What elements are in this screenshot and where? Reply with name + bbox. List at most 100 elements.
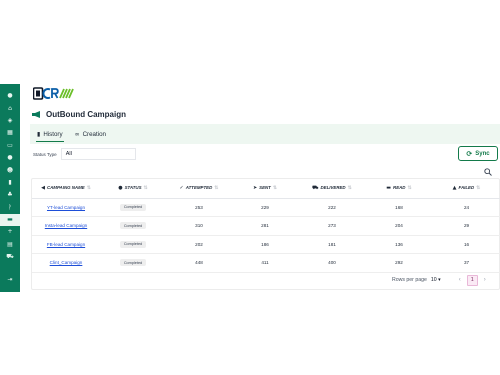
table-row: YT-lead Campaign Completed 253 229 222 1…	[32, 198, 500, 217]
logout-icon[interactable]: ⇥	[0, 273, 20, 285]
sync-icon: ⟳	[466, 149, 473, 158]
col-label: DELIVERED	[320, 184, 346, 190]
cell-delivered: 181	[298, 235, 366, 254]
document-icon[interactable]: ▮	[0, 177, 20, 189]
col-status[interactable]: ● STATUS ⇅	[100, 179, 166, 199]
cell-sent: 186	[232, 235, 298, 254]
people-icon[interactable]: ☻	[0, 164, 20, 176]
cell-status: Completed	[100, 198, 166, 217]
page-button-current[interactable]: 1	[466, 274, 478, 286]
status-type-select[interactable]: All	[60, 148, 136, 160]
cell-status: Completed	[100, 253, 166, 273]
page: ● ⌂ ◈ ▦ ▭ ● ☻ ▮ ♣ ᚹ ▬ + ▤ ⛟ ⇥ OutBound C…	[0, 0, 500, 375]
search-icon	[484, 168, 492, 176]
cell-read: 168	[366, 198, 432, 217]
rows-per-page-select[interactable]: 10 ▾	[431, 277, 441, 283]
tab-bar: ▮ History ∞ Creation	[30, 124, 500, 144]
chat-icon[interactable]: ▭	[0, 140, 20, 152]
status-badge: Completed	[119, 222, 147, 230]
sort-icon[interactable]: ⇅	[273, 185, 277, 191]
campaign-icon[interactable]: ▬	[0, 213, 20, 227]
col-label: ATTEMPTED	[185, 185, 213, 191]
cell-sent: 411	[232, 253, 298, 273]
cell-failed: 29	[432, 216, 500, 236]
sort-icon[interactable]: ⇅	[476, 185, 480, 191]
read-icon: ▬	[386, 185, 392, 192]
club-icon[interactable]: ♣	[0, 189, 20, 201]
campaign-link[interactable]: YT-lead Campaign	[47, 205, 85, 210]
brand-logo[interactable]	[32, 87, 75, 100]
cell-read: 292	[366, 253, 432, 273]
prev-page-icon[interactable]: ‹	[455, 275, 465, 285]
tab-history[interactable]: ▮ History	[36, 127, 64, 142]
cell-attempted: 310	[166, 216, 232, 236]
sidebar: ● ⌂ ◈ ▦ ▭ ● ☻ ▮ ♣ ᚹ ▬ + ▤ ⛟ ⇥	[0, 84, 20, 292]
chevron-down-icon: ▾	[438, 277, 441, 283]
sort-icon[interactable]: ⇅	[214, 185, 218, 191]
tag-icon[interactable]: ◈	[0, 115, 20, 127]
calendar-icon[interactable]: ▤	[0, 239, 20, 251]
col-campaign-name[interactable]: ◀ CAMPAING NAME ⇅	[32, 179, 100, 199]
rows-per-page-label: Rows per page	[392, 277, 427, 283]
status-type-label: Status Type	[33, 151, 57, 157]
cell-name: YT-lead Campaign	[32, 198, 100, 217]
status-badge: Completed	[119, 203, 147, 211]
sync-label: Sync	[475, 150, 490, 157]
next-page-icon[interactable]: ›	[480, 275, 490, 285]
tab-label: History	[43, 130, 63, 138]
cell-status: Completed	[100, 216, 166, 236]
warning-icon: ▲	[452, 185, 457, 192]
col-attempted[interactable]: ✓ ATTEMPTED ⇅	[166, 179, 232, 199]
cell-name: Insta-lead Campaign	[32, 216, 100, 236]
sort-icon[interactable]: ⇅	[407, 185, 411, 191]
campaign-link[interactable]: FB-lead Campaign	[47, 242, 85, 247]
col-label: READ	[393, 185, 406, 191]
sync-button[interactable]: ⟳ Sync	[458, 146, 498, 161]
tab-creation[interactable]: ∞ Creation	[74, 127, 107, 141]
col-label: FAILED	[458, 185, 475, 191]
send-icon: ➤	[252, 185, 258, 192]
page-header: OutBound Campaign	[22, 104, 500, 124]
cell-name: Clint_Campaign	[32, 253, 100, 273]
table-row: FB-lead Campaign Completed 202 186 181 1…	[32, 235, 500, 254]
col-delivered[interactable]: ⛟ DELIVERED ⇅	[298, 179, 366, 199]
cell-failed: 37	[432, 253, 500, 273]
col-label: STATUS	[124, 185, 142, 191]
tab-label: Creation	[82, 130, 106, 138]
cell-failed: 24	[432, 198, 500, 217]
home-icon[interactable]: ⌂	[0, 102, 20, 114]
cell-attempted: 202	[166, 235, 232, 254]
user-icon[interactable]: ●	[0, 152, 20, 164]
cell-name: FB-lead Campaign	[32, 235, 100, 254]
dashboard-icon[interactable]: ●	[0, 90, 20, 102]
truck-icon: ⛟	[312, 184, 319, 191]
cell-delivered: 222	[298, 198, 366, 217]
status-badge: Completed	[119, 240, 147, 248]
status-badge: Completed	[119, 259, 147, 267]
page-title: OutBound Campaign	[46, 109, 126, 119]
cell-read: 136	[366, 235, 432, 254]
cell-delivered: 273	[298, 216, 366, 236]
pagination: Rows per page 10 ▾ ‹ 1 ›	[392, 273, 497, 287]
status-icon: ●	[118, 185, 123, 192]
campaign-link[interactable]: Clint_Campaign	[50, 260, 83, 265]
cart-icon[interactable]: ⛟	[0, 251, 20, 263]
campaign-link[interactable]: Insta-lead Campaign	[45, 223, 87, 228]
col-failed[interactable]: ▲ FAILED ⇅	[432, 179, 500, 199]
grid-icon[interactable]: ▦	[0, 127, 20, 139]
table-row: Insta-lead Campaign Completed 310 281 27…	[32, 216, 500, 236]
sort-icon[interactable]: ⇅	[87, 185, 91, 191]
sort-icon[interactable]: ⇅	[348, 185, 352, 191]
col-label: CAMPAING NAME	[46, 185, 85, 191]
col-sent[interactable]: ➤ SENT ⇅	[232, 179, 298, 199]
filter-row: Status Type All	[33, 147, 500, 161]
search-button[interactable]	[483, 167, 493, 177]
plus-icon[interactable]: +	[0, 226, 20, 238]
col-read[interactable]: ▬ READ ⇅	[366, 179, 432, 199]
flow-icon[interactable]: ᚹ	[0, 202, 20, 214]
sort-icon[interactable]: ⇅	[144, 185, 148, 191]
file-icon: ▮	[37, 130, 41, 138]
table-header-row: ◀ CAMPAING NAME ⇅ ● STATUS ⇅ ✓ ATTEMPTED ⇅ ➤ SE…	[32, 179, 500, 199]
megaphone-icon: ◀	[41, 185, 45, 192]
link-icon: ∞	[74, 130, 80, 138]
